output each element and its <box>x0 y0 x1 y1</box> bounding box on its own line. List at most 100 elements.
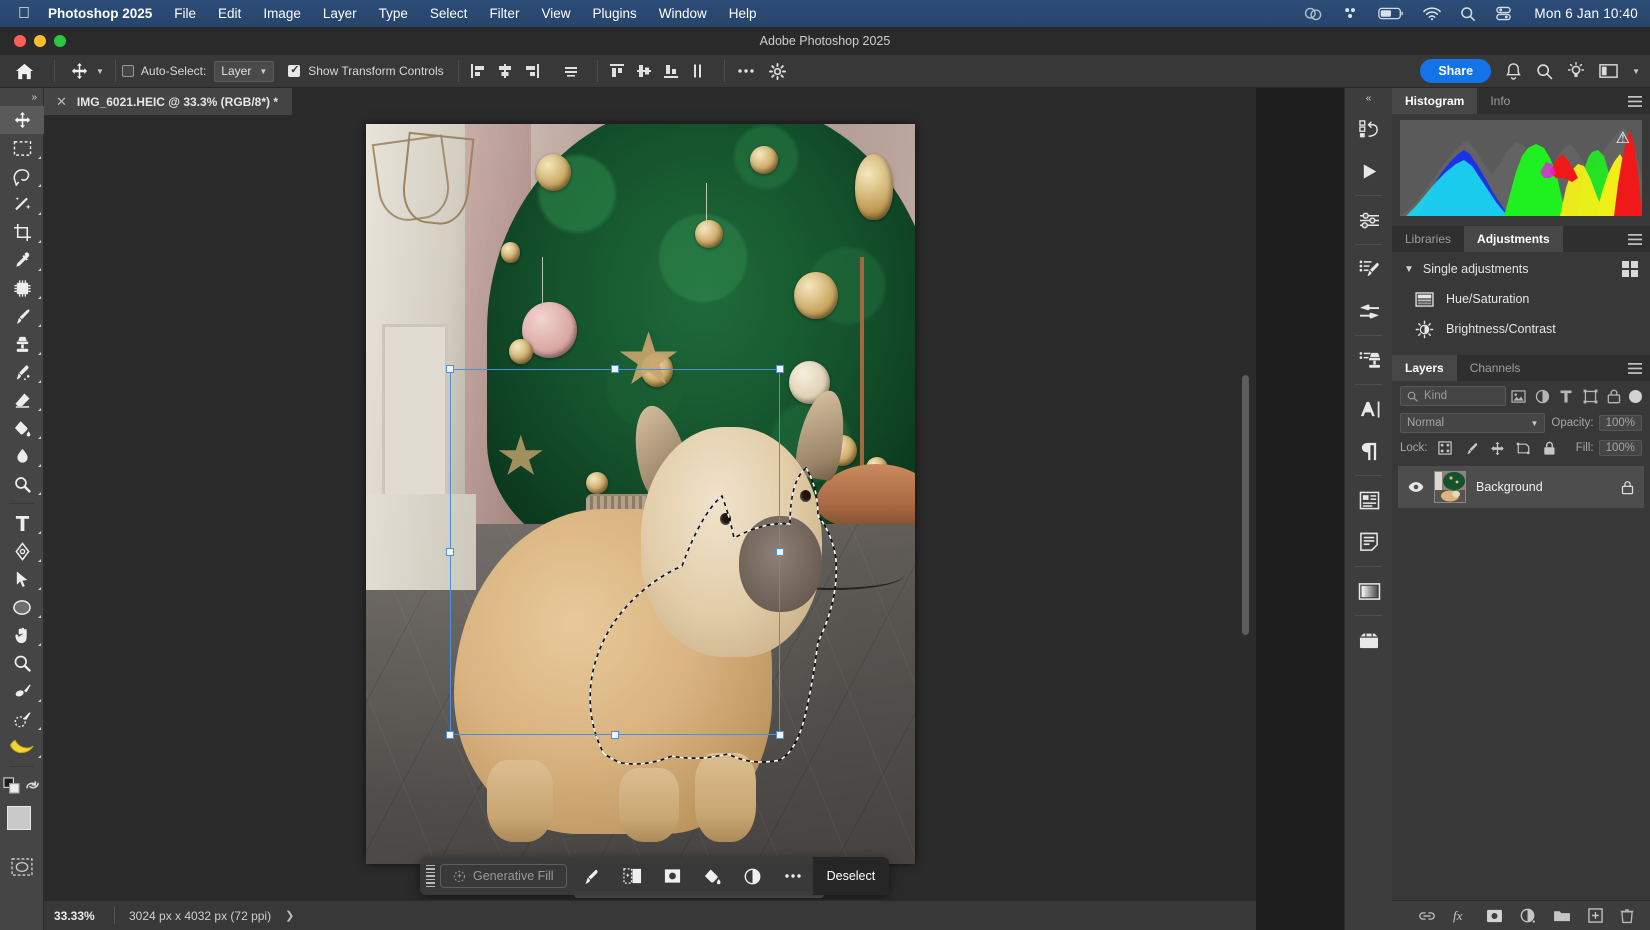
chevron-down-icon[interactable]: ▼ <box>96 67 104 76</box>
tab-info[interactable]: Info <box>1477 88 1523 114</box>
tool-brush[interactable] <box>0 302 44 330</box>
layer-name[interactable]: Background <box>1476 480 1611 494</box>
align-right-edges-icon[interactable] <box>519 58 546 84</box>
transform-handle-bottom-left[interactable] <box>446 731 454 739</box>
align-horizontal-centers-icon[interactable] <box>492 58 519 84</box>
tool-dodge[interactable] <box>0 470 44 498</box>
menu-item-help[interactable]: Help <box>729 6 757 21</box>
wifi-icon[interactable] <box>1423 7 1441 21</box>
filter-shape-icon[interactable] <box>1578 389 1602 404</box>
tool-path-selection[interactable] <box>0 565 44 593</box>
filter-type-icon[interactable] <box>1554 389 1578 404</box>
panel-menu-icon[interactable] <box>1628 234 1642 245</box>
share-button[interactable]: Share <box>1420 59 1491 83</box>
tab-histogram[interactable]: Histogram <box>1392 88 1477 114</box>
menu-item-layer[interactable]: Layer <box>323 6 357 21</box>
tool-rectangular-marquee[interactable] <box>0 134 44 162</box>
notes-icon[interactable] <box>1345 521 1393 563</box>
distribute-vertically-icon[interactable] <box>685 58 712 84</box>
fill-selection-icon[interactable] <box>693 857 733 895</box>
fill-control[interactable]: Fill: 100% <box>1576 440 1642 456</box>
add-layer-mask-icon[interactable] <box>1486 909 1503 923</box>
drag-handle-icon[interactable] <box>420 865 440 888</box>
tool-remove[interactable] <box>0 274 44 302</box>
lock-image-pixels-icon[interactable] <box>1463 441 1480 456</box>
tool-frame[interactable] <box>0 677 44 705</box>
new-layer-icon[interactable] <box>1588 908 1603 923</box>
search-icon[interactable] <box>1536 63 1553 80</box>
tool-banana-easter-egg[interactable] <box>0 733 44 761</box>
transform-handle-bottom-right[interactable] <box>776 731 784 739</box>
show-transform-controls-checkbox[interactable] <box>288 65 300 77</box>
panel-menu-icon[interactable] <box>1628 96 1642 107</box>
filter-toggle-icon[interactable] <box>1629 390 1642 403</box>
tool-pen[interactable] <box>0 537 44 565</box>
fill-value[interactable]: 100% <box>1599 440 1642 456</box>
opacity-value[interactable]: 100% <box>1599 415 1642 431</box>
adjustment-layer-icon[interactable] <box>733 857 773 895</box>
layer-row-background[interactable]: Background <box>1398 466 1644 508</box>
cached-data-warning-icon[interactable]: ⚠ <box>1616 128 1630 148</box>
more-options-icon[interactable] <box>731 58 761 84</box>
deselect-button[interactable]: Deselect <box>813 857 890 895</box>
spotlight-search-icon[interactable] <box>1460 6 1476 22</box>
workspace-icon[interactable] <box>1599 63 1618 79</box>
filter-adjustment-icon[interactable] <box>1530 389 1554 404</box>
tool-clone-stamp[interactable] <box>0 330 44 358</box>
control-center-icon[interactable] <box>1495 6 1512 21</box>
distribute-horizontally-icon[interactable] <box>558 58 585 84</box>
tool-eyedropper[interactable] <box>0 246 44 274</box>
select-and-mask-icon[interactable] <box>613 857 653 895</box>
tool-hand[interactable] <box>0 621 44 649</box>
foreground-color-swatch[interactable] <box>7 806 31 830</box>
new-adjustment-layer-icon[interactable] <box>1520 908 1536 924</box>
gear-icon[interactable] <box>761 58 795 84</box>
generative-fill-button[interactable]: Generative Fill <box>440 864 567 888</box>
discover-idea-icon[interactable] <box>1567 62 1585 80</box>
single-adjustments-group-header[interactable]: ▼ Single adjustments <box>1392 252 1650 284</box>
menu-item-edit[interactable]: Edit <box>218 6 241 21</box>
panel-menu-icon[interactable] <box>1628 363 1642 374</box>
transform-handle-top-right[interactable] <box>776 365 784 373</box>
tool-blur[interactable] <box>0 442 44 470</box>
move-tool-icon[interactable] <box>66 59 92 83</box>
brush-settings-icon[interactable] <box>1345 248 1393 290</box>
adjustments-presets-icon[interactable] <box>1345 199 1393 241</box>
new-group-icon[interactable] <box>1553 909 1571 923</box>
menu-item-select[interactable]: Select <box>430 6 468 21</box>
battery-icon[interactable] <box>1378 7 1404 20</box>
gradients-icon[interactable] <box>1345 570 1393 612</box>
tool-crop[interactable] <box>0 218 44 246</box>
link-layers-icon[interactable] <box>1418 910 1436 922</box>
contextual-taskbar[interactable]: Generative Fill Deselect <box>420 857 889 895</box>
lock-artboard-nesting-icon[interactable] <box>1515 441 1532 456</box>
lock-icon[interactable] <box>1621 480 1634 495</box>
transform-handle-middle-left[interactable] <box>446 548 454 556</box>
align-bottom-edges-icon[interactable] <box>658 58 685 84</box>
lock-position-icon[interactable] <box>1489 441 1506 456</box>
menu-item-file[interactable]: File <box>174 6 196 21</box>
histogram-graph[interactable]: ⚠ <box>1400 120 1642 216</box>
swap-colors-icon[interactable] <box>25 778 40 793</box>
chevron-down-icon[interactable]: ▼ <box>1632 67 1640 76</box>
tool-object-selection[interactable] <box>0 190 44 218</box>
filter-pixel-icon[interactable] <box>1506 390 1530 403</box>
menu-item-window[interactable]: Window <box>659 6 707 21</box>
canvas-vertical-scrollbar[interactable] <box>1242 375 1249 635</box>
tool-eraser[interactable] <box>0 386 44 414</box>
menu-item-view[interactable]: View <box>541 6 570 21</box>
play-actions-icon[interactable] <box>1345 150 1393 192</box>
character-icon[interactable] <box>1345 388 1393 430</box>
styles-icon[interactable] <box>1345 619 1393 661</box>
tool-move[interactable] <box>0 106 44 134</box>
document-canvas[interactable] <box>366 124 915 864</box>
dropbox-icon[interactable] <box>1342 6 1359 21</box>
default-colors-icon[interactable] <box>3 777 20 794</box>
transform-handle-bottom-center[interactable] <box>611 731 619 739</box>
home-icon[interactable] <box>0 62 48 81</box>
history-actions-icon[interactable] <box>1345 108 1393 150</box>
adjustment-hue-saturation[interactable]: Hue/Saturation <box>1392 284 1650 314</box>
menu-item-plugins[interactable]: Plugins <box>592 6 636 21</box>
transform-handle-top-left[interactable] <box>446 365 454 373</box>
tool-ellipse[interactable] <box>0 593 44 621</box>
